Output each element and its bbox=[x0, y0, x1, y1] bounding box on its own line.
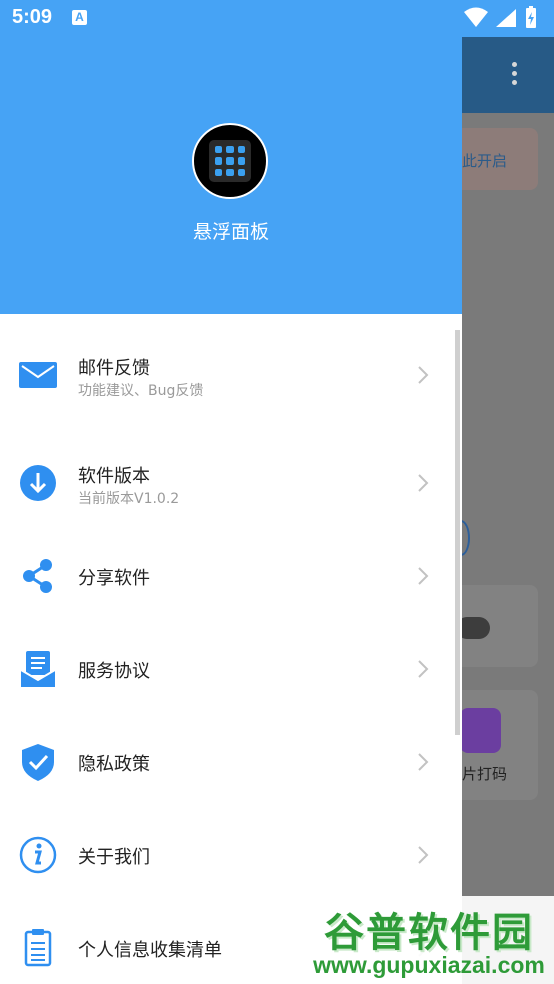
share-icon bbox=[23, 559, 52, 593]
clipboard-icon bbox=[24, 929, 52, 967]
menu-item-subtitle: 功能建议、Bug反馈 bbox=[78, 383, 204, 399]
download-icon bbox=[20, 465, 56, 501]
app-logo-icon bbox=[192, 123, 268, 199]
mail-icon bbox=[19, 362, 57, 388]
menu-item-subtitle: 当前版本V1.0.2 bbox=[78, 491, 180, 507]
menu-item-title: 关于我们 bbox=[78, 847, 150, 868]
scrollbar[interactable] bbox=[455, 330, 460, 735]
background-card-text: 此开启 bbox=[462, 152, 508, 170]
app-name: 悬浮面板 bbox=[192, 221, 269, 243]
chevron-right-icon bbox=[418, 366, 429, 384]
watermark: 谷普软件园 www.gupuxiazai.com bbox=[304, 896, 554, 984]
watermark-url: www.gupuxiazai.com bbox=[313, 952, 545, 978]
status-time: 5:09 bbox=[12, 6, 53, 28]
menu-item-title: 软件版本 bbox=[78, 466, 150, 487]
signal-icon bbox=[496, 9, 516, 27]
drawer-header: 悬浮面板 bbox=[0, 0, 462, 314]
menu-item-software-version[interactable]: 软件版本 当前版本V1.0.2 bbox=[0, 436, 455, 529]
notification-icon: A bbox=[72, 10, 87, 25]
chevron-right-icon bbox=[418, 474, 429, 492]
shield-check-icon bbox=[22, 744, 54, 781]
menu-item-title: 隐私政策 bbox=[78, 754, 150, 775]
agreement-icon bbox=[20, 651, 56, 687]
menu-item-share-app[interactable]: 分享软件 bbox=[0, 529, 455, 622]
navigation-drawer: 悬浮面板 邮件反馈 功能建议、Bug反馈 软件版本 当前版本V1.0.2 分享软… bbox=[0, 0, 462, 984]
menu-item-privacy-policy[interactable]: 隐私政策 bbox=[0, 715, 455, 808]
chevron-right-icon bbox=[418, 660, 429, 678]
status-bar: 5:09 A bbox=[0, 0, 554, 37]
chevron-right-icon bbox=[418, 846, 429, 864]
background-toolbar bbox=[462, 37, 554, 113]
info-icon bbox=[19, 836, 57, 874]
wifi-icon bbox=[464, 7, 488, 27]
magic-wand-icon bbox=[460, 708, 501, 753]
watermark-title: 谷普软件园 bbox=[324, 910, 534, 956]
menu-item-about-us[interactable]: 关于我们 bbox=[0, 808, 455, 901]
chevron-right-icon bbox=[418, 567, 429, 585]
menu-item-service-agreement[interactable]: 服务协议 bbox=[0, 622, 455, 715]
menu-item-email-feedback[interactable]: 邮件反馈 功能建议、Bug反馈 bbox=[0, 328, 455, 421]
chevron-right-icon bbox=[418, 753, 429, 771]
background-tile-text: 片打码 bbox=[462, 765, 508, 783]
menu-item-title: 服务协议 bbox=[78, 661, 150, 682]
menu-item-title: 个人信息收集清单 bbox=[78, 940, 222, 961]
status-icons bbox=[464, 6, 544, 34]
menu-item-title: 邮件反馈 bbox=[78, 358, 150, 379]
more-options-icon bbox=[512, 62, 518, 88]
menu-item-title: 分享软件 bbox=[78, 568, 150, 589]
